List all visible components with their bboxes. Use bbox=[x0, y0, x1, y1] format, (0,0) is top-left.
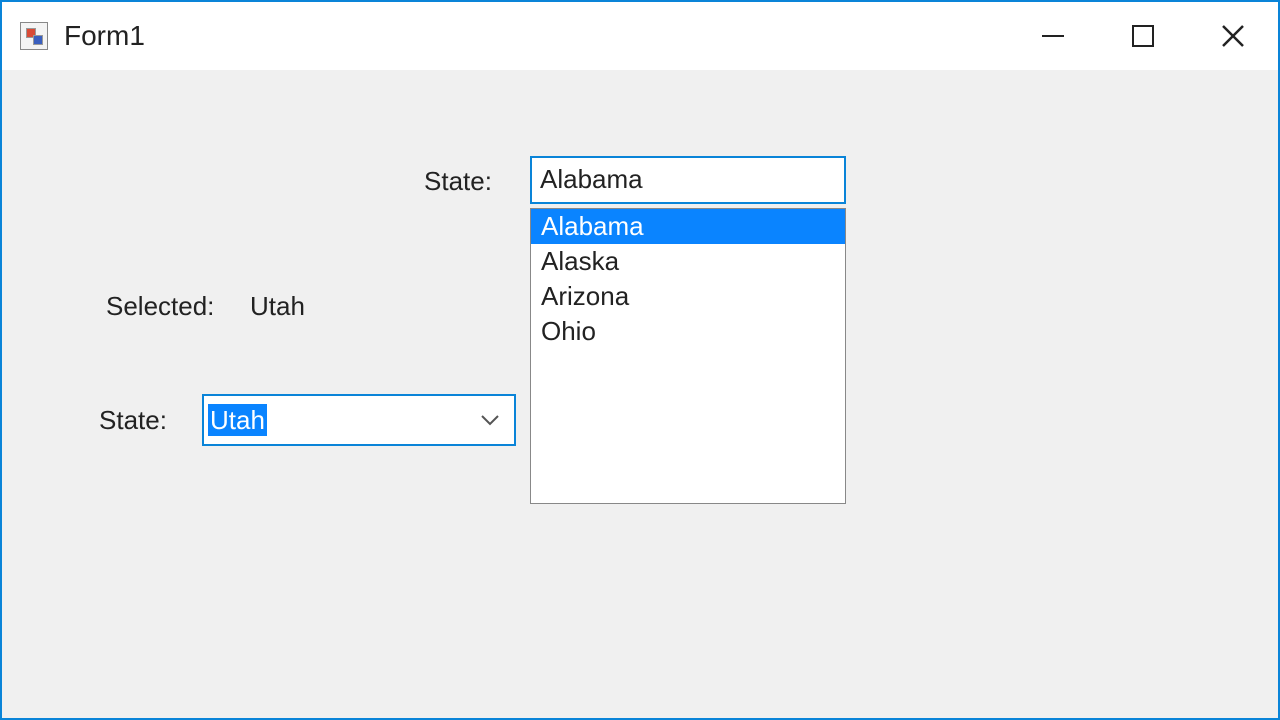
app-icon bbox=[20, 22, 48, 50]
list-item[interactable]: Ohio bbox=[531, 314, 845, 349]
window-controls bbox=[1008, 2, 1278, 70]
client-area: State: Alabama AlabamaAlaskaArizonaOhio … bbox=[4, 70, 1276, 716]
maximize-icon bbox=[1130, 23, 1156, 49]
state-label-bottom: State: bbox=[99, 405, 167, 436]
state-textbox-value: Alabama bbox=[540, 164, 643, 194]
chevron-down-icon bbox=[478, 408, 502, 432]
state-textbox[interactable]: Alabama bbox=[530, 156, 846, 204]
close-icon bbox=[1219, 22, 1247, 50]
list-item[interactable]: Alaska bbox=[531, 244, 845, 279]
close-button[interactable] bbox=[1188, 2, 1278, 70]
maximize-button[interactable] bbox=[1098, 2, 1188, 70]
list-item[interactable]: Arizona bbox=[531, 279, 845, 314]
titlebar[interactable]: Form1 bbox=[2, 2, 1278, 70]
selected-value: Utah bbox=[250, 291, 305, 322]
minimize-button[interactable] bbox=[1008, 2, 1098, 70]
minimize-icon bbox=[1040, 23, 1066, 49]
combobox-value: Utah bbox=[208, 404, 267, 436]
state-label-top: State: bbox=[424, 166, 492, 197]
state-listbox[interactable]: AlabamaAlaskaArizonaOhio bbox=[530, 208, 846, 504]
window-frame: Form1 State: Alabama bbox=[0, 0, 1280, 720]
selected-label: Selected: bbox=[106, 291, 214, 322]
window-title: Form1 bbox=[64, 20, 145, 52]
state-combobox[interactable]: Utah bbox=[202, 394, 516, 446]
list-item[interactable]: Alabama bbox=[531, 209, 845, 244]
